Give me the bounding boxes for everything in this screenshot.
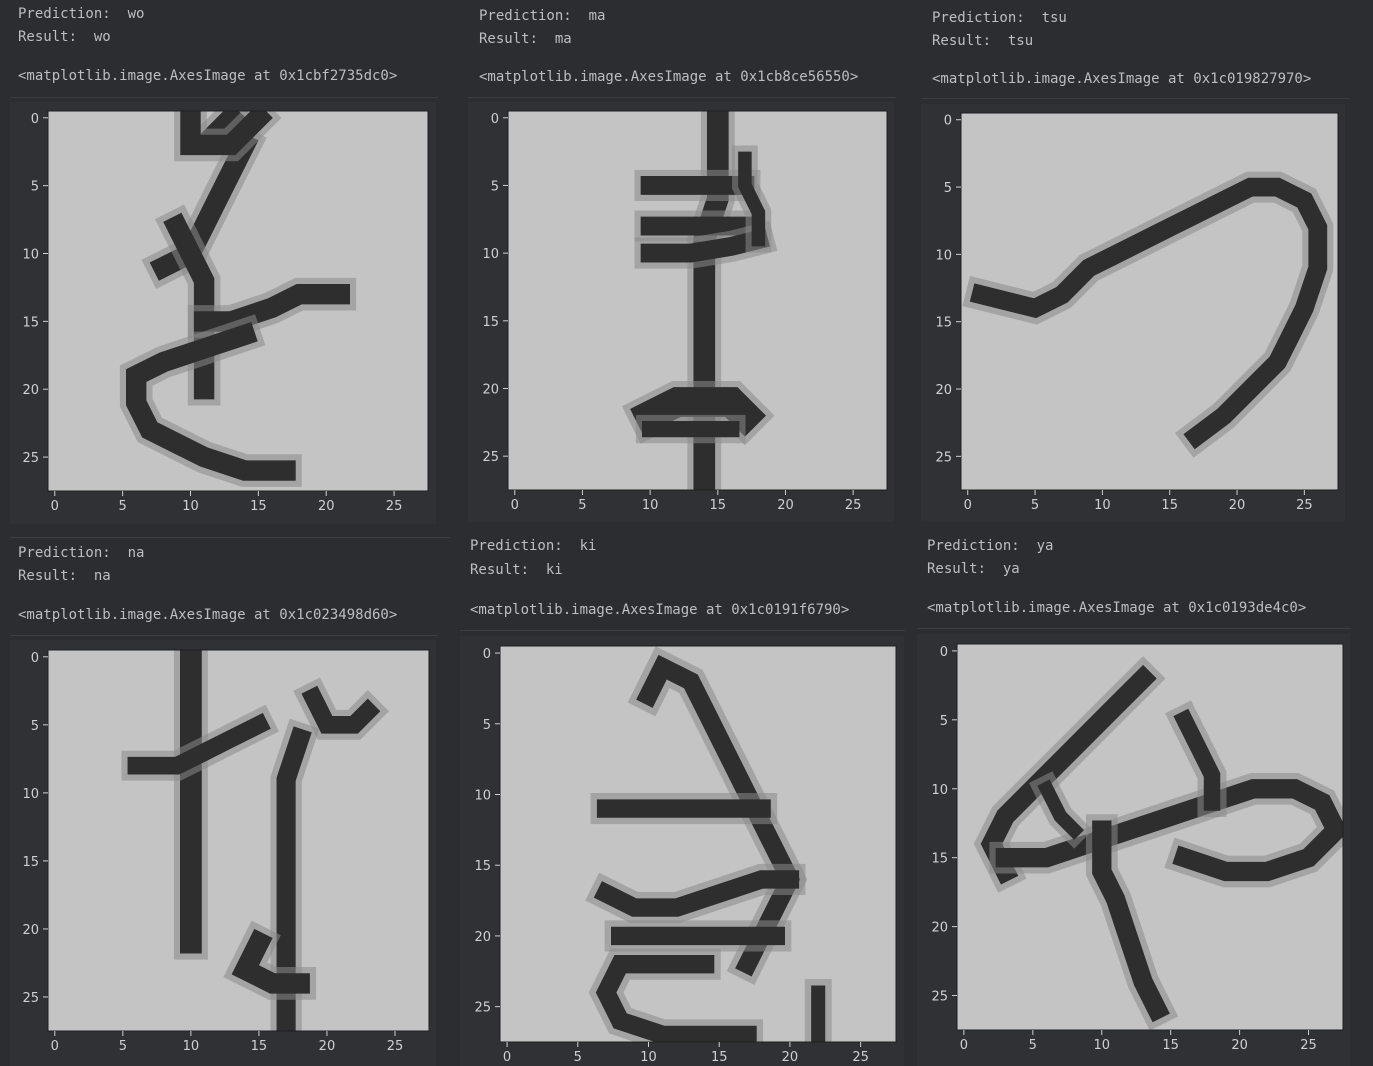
output-cell-6: Prediction: ya Result: ya <matplotlib.im… <box>0 0 1373 1066</box>
y-tick-label: 20 <box>931 921 948 936</box>
y-tick-label: 25 <box>931 990 948 1005</box>
x-tick-label: 0 <box>960 1038 968 1053</box>
x-tick-label: 25 <box>1300 1038 1317 1053</box>
y-tick-label: 0 <box>940 645 948 660</box>
y-tick-label: 10 <box>931 783 948 798</box>
x-tick-label: 10 <box>1093 1038 1110 1053</box>
character-image-plot: 0 0 5 5 10 10 15 15 20 20 25 25 <box>931 643 1344 1053</box>
y-tick-label: 5 <box>940 714 948 729</box>
notebook-output: { "cells": [ { "prediction_label": "Pred… <box>0 0 1373 1066</box>
x-tick-label: 15 <box>1162 1038 1179 1053</box>
y-tick-label: 15 <box>931 852 948 867</box>
x-tick-label: 5 <box>1029 1038 1037 1053</box>
x-tick-label: 20 <box>1231 1038 1248 1053</box>
